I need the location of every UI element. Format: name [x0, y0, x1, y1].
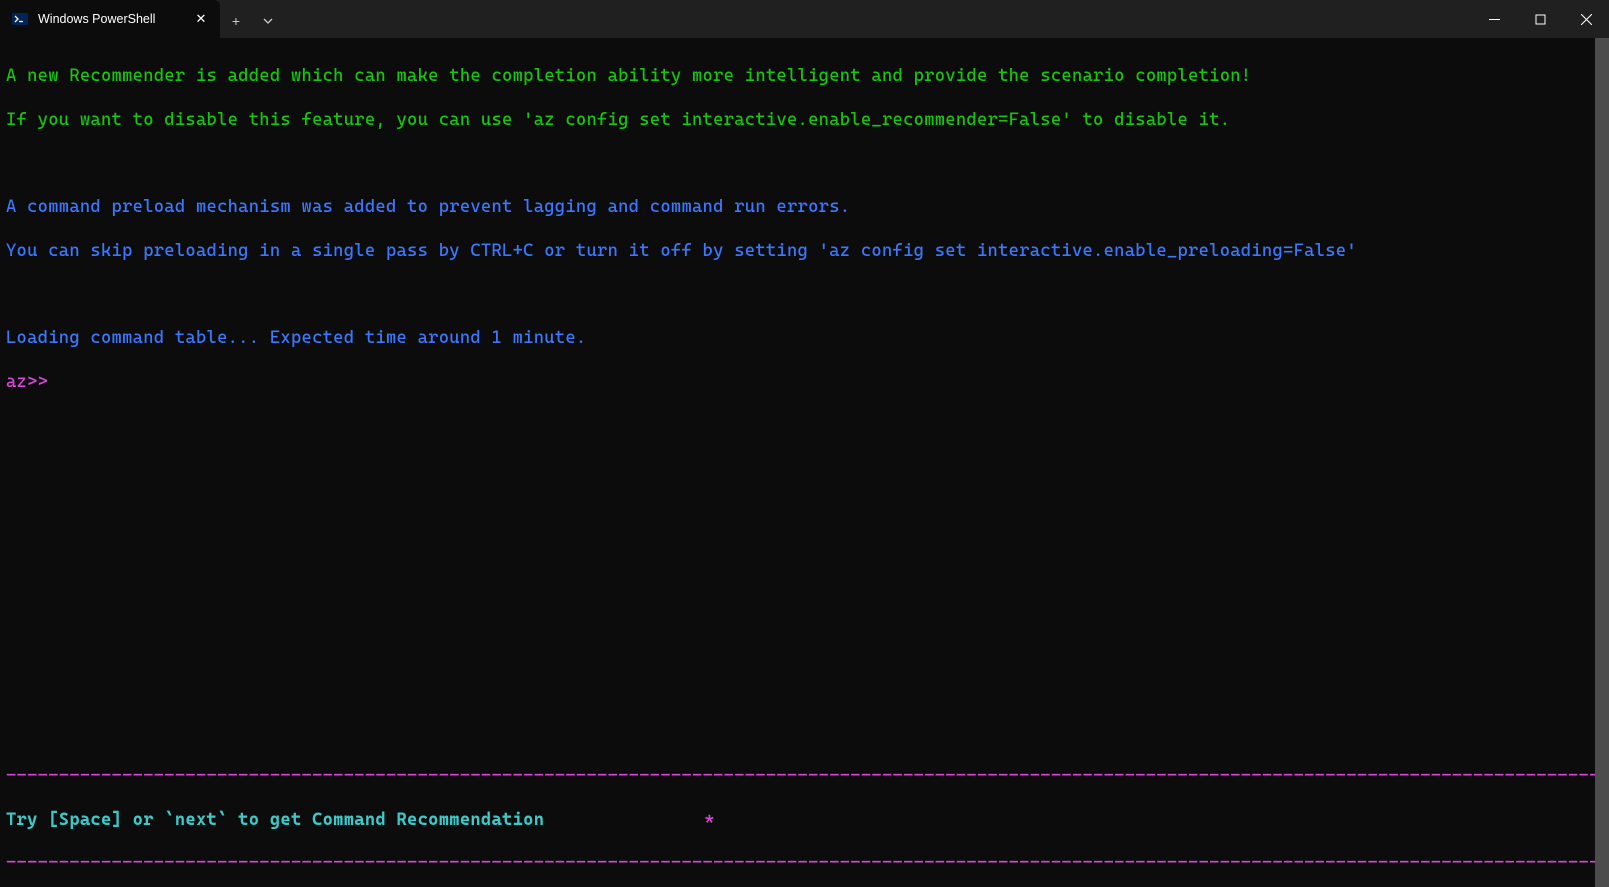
- terminal-area[interactable]: A new Recommender is added which can mak…: [0, 38, 1609, 887]
- tab-dropdown-button[interactable]: [252, 6, 284, 36]
- blank-line: [6, 547, 1603, 569]
- blank-line: [6, 635, 1603, 657]
- new-tab-button[interactable]: +: [220, 6, 252, 36]
- blank-line: [6, 678, 1603, 700]
- blank-line: [6, 460, 1603, 482]
- scrollbar[interactable]: [1595, 38, 1609, 887]
- scrollbar-thumb[interactable]: [1595, 38, 1609, 887]
- blank-line: [6, 285, 1603, 307]
- minimize-button[interactable]: [1471, 0, 1517, 38]
- az-prompt[interactable]: az>>: [6, 372, 1603, 394]
- output-line: If you want to disable this feature, you…: [6, 110, 1603, 132]
- blank-line: [6, 416, 1603, 438]
- blank-line: [6, 722, 1603, 744]
- blank-line: [6, 153, 1603, 175]
- titlebar-actions: +: [220, 0, 284, 38]
- output-line: Loading command table... Expected time a…: [6, 328, 1603, 350]
- window-controls: [1471, 0, 1609, 38]
- powershell-icon: [12, 11, 28, 27]
- titlebar-drag-area[interactable]: [284, 0, 1471, 38]
- blank-line: [6, 503, 1603, 525]
- output-line: A new Recommender is added which can mak…: [6, 66, 1603, 88]
- close-icon[interactable]: ✕: [192, 10, 210, 28]
- output-line: You can skip preloading in a single pass…: [6, 241, 1603, 263]
- divider: ----------------------------------------…: [6, 766, 1603, 788]
- close-button[interactable]: [1563, 0, 1609, 38]
- tab-powershell[interactable]: Windows PowerShell ✕: [0, 0, 220, 38]
- blank-line: [6, 591, 1603, 613]
- divider: ----------------------------------------…: [6, 853, 1603, 875]
- recommendation-line: Try [Space] or `next` to get Command Rec…: [6, 810, 1603, 832]
- output-line: A command preload mechanism was added to…: [6, 197, 1603, 219]
- tab-title: Windows PowerShell: [38, 12, 182, 26]
- titlebar: Windows PowerShell ✕ +: [0, 0, 1609, 38]
- maximize-button[interactable]: [1517, 0, 1563, 38]
